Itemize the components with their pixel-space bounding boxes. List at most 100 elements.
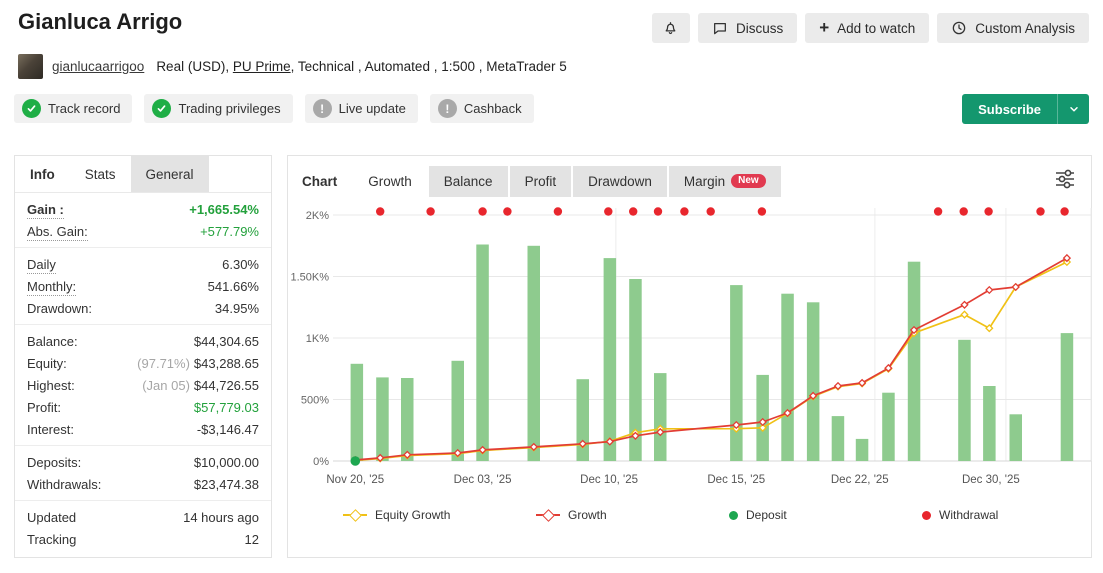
stat-row-highest: Highest: (Jan 05)$44,726.55 [15,374,271,396]
tracking-label: Tracking [27,532,76,547]
tracking-value: 12 [245,532,259,547]
withdrawal-dot-icon [922,511,931,520]
badge-trading-privileges-label: Trading privileges [178,101,280,116]
subscribe-dropdown[interactable] [1057,94,1089,124]
top-action-bar: Discuss + Add to watch Custom Analysis [652,13,1089,43]
svg-text:Nov 20, '25: Nov 20, '25 [326,474,384,486]
legend-growth[interactable]: Growth [536,508,729,522]
tab-margin-label: Margin [684,174,725,189]
daily-label: Daily [27,257,56,274]
stat-row-deposits: Deposits: $10,000.00 [15,451,271,473]
stat-row-gain: Gain : +1,665.54% [15,198,271,220]
profit-label: Profit: [27,400,61,415]
chart-settings-button[interactable] [1053,168,1079,190]
highest-label: Highest: [27,378,75,393]
drawdown-value: 34.95% [215,301,259,316]
badge-live-update[interactable]: ! Live update [305,94,418,123]
svg-text:Dec 10, '25: Dec 10, '25 [580,474,638,486]
custom-analysis-button[interactable]: Custom Analysis [937,13,1089,43]
balance-value: $44,304.65 [194,334,259,349]
tab-info[interactable]: Info [15,156,70,192]
badge-track-record[interactable]: Track record [14,94,132,123]
speech-bubble-icon [712,20,728,36]
badge-trading-privileges[interactable]: Trading privileges [144,94,292,123]
check-circle-icon [22,99,41,118]
tab-margin[interactable]: Margin New [669,166,781,197]
info-panel-tabs: Info Stats General [15,156,271,193]
badge-cashback[interactable]: ! Cashback [430,94,534,123]
stat-row-updated: Updated 14 hours ago [15,506,271,528]
updated-value: 14 hours ago [183,510,259,525]
account-dashboard: Gianluca Arrigo Discuss + Add to watch C… [0,0,1103,573]
svg-text:2K%: 2K% [306,210,329,222]
tab-profit[interactable]: Profit [510,166,572,197]
legend-equity-growth[interactable]: Equity Growth [343,508,536,522]
legend-growth-label: Growth [568,508,607,522]
svg-text:1K%: 1K% [306,333,329,345]
username-link[interactable]: gianlucaarrigoo [52,59,144,74]
chart-tab-bar: Chart Growth Balance Profit Drawdown Mar… [288,156,1091,198]
add-to-watch-button[interactable]: + Add to watch [805,13,929,43]
svg-text:Dec 30, '25: Dec 30, '25 [962,474,1020,486]
exclamation-circle-icon: ! [438,99,457,118]
stat-row-withdrawals: Withdrawals: $23,474.38 [15,473,271,495]
badge-track-record-label: Track record [48,101,120,116]
stat-row-equity: Equity: (97.71%)$43,288.65 [15,352,271,374]
legend-equity-growth-label: Equity Growth [375,508,450,522]
growth-chart[interactable]: 0%500%1K%1.50K%2K%Nov 20, '25Dec 03, '25… [288,200,1093,500]
monthly-label: Monthly: [27,279,76,296]
legend-deposit[interactable]: Deposit [729,508,922,522]
updated-label: Updated [27,510,76,525]
page-title: Gianluca Arrigo [18,9,182,35]
withdrawals-value: $23,474.38 [194,477,259,492]
sliders-icon [1053,168,1077,190]
tab-general[interactable]: General [131,156,209,192]
daily-value: 6.30% [222,257,259,272]
interest-value: -$3,146.47 [197,422,259,437]
badge-cashback-label: Cashback [464,101,522,116]
svg-text:0%: 0% [313,456,329,468]
stat-row-monthly: Monthly: 541.66% [15,275,271,297]
account-meta-prefix: Real (USD), [156,59,229,74]
legend-withdrawal[interactable]: Withdrawal [922,508,1103,522]
discuss-button[interactable]: Discuss [698,13,797,43]
gain-value: +1,665.54% [189,202,259,217]
account-info-panel: Info Stats General Gain : +1,665.54% Abs… [14,155,272,558]
badge-live-update-label: Live update [339,101,406,116]
exclamation-circle-icon: ! [313,99,332,118]
stat-row-interest: Interest: -$3,146.47 [15,418,271,440]
stat-row-profit: Profit: $57,779.03 [15,396,271,418]
profit-value: $57,779.03 [194,400,259,415]
highest-date: (Jan 05) [142,378,190,393]
broker-link[interactable]: PU Prime [233,59,291,74]
new-badge: New [731,174,766,188]
account-meta-suffix: , Technical , Automated , 1:500 , MetaTr… [291,59,567,74]
stat-row-drawdown: Drawdown: 34.95% [15,297,271,319]
stat-row-daily: Daily 6.30% [15,253,271,275]
tab-stats[interactable]: Stats [70,156,131,192]
monthly-value: 541.66% [208,279,259,294]
tab-growth[interactable]: Growth [353,166,427,197]
equity-growth-line-icon [343,514,367,516]
svg-text:Dec 22, '25: Dec 22, '25 [831,474,889,486]
verification-badges: Track record Trading privileges ! Live u… [14,94,534,123]
chevron-down-icon [1068,103,1080,115]
drawdown-label: Drawdown: [27,301,92,316]
gain-label: Gain : [27,202,64,219]
tab-drawdown[interactable]: Drawdown [573,166,667,197]
tab-balance[interactable]: Balance [429,166,508,197]
growth-line-icon [536,514,560,516]
svg-text:Dec 03, '25: Dec 03, '25 [454,474,512,486]
stat-row-balance: Balance: $44,304.65 [15,330,271,352]
chart-legend: Equity Growth Growth Deposit Withdrawal [343,508,1103,522]
svg-text:500%: 500% [301,395,329,407]
avatar[interactable] [18,54,43,79]
discuss-label: Discuss [736,21,783,36]
legend-deposit-label: Deposit [746,508,787,522]
check-circle-icon [152,99,171,118]
equity-label: Equity: [27,356,67,371]
subscribe-button[interactable]: Subscribe [962,94,1089,124]
custom-analysis-label: Custom Analysis [975,21,1075,36]
notifications-button[interactable] [652,13,690,43]
account-summary-row: gianlucaarrigoo Real (USD), PU Prime , T… [18,54,567,79]
